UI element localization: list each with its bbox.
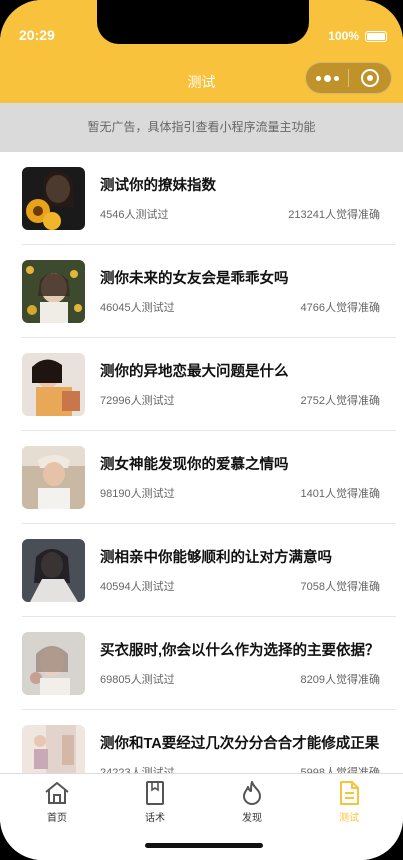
thumbnail-image <box>22 446 85 509</box>
tab-scripts[interactable]: 话术 <box>125 780 185 824</box>
tested-count: 72996人测试过 <box>100 395 175 407</box>
status-time: 20:29 <box>19 27 55 43</box>
thumbnail-image <box>22 539 85 602</box>
tested-count: 4546人测试过 <box>100 209 169 221</box>
test-list: 测试你的撩妹指数 4546人测试过 213241人觉得准确 测你未来的女友会是乖… <box>0 152 403 774</box>
list-item[interactable]: 测你未来的女友会是乖乖女吗 46045人测试过 4766人觉得准确 <box>22 245 396 338</box>
tested-count: 98190人测试过 <box>100 488 175 500</box>
thumbnail-image <box>22 632 85 695</box>
list-item[interactable]: 测你和TA要经过几次分分合合才能修成正果 24223人测试过 5998人觉得准确 <box>22 710 396 774</box>
list-item[interactable]: 测你的异地恋最大问题是什么 72996人测试过 2752人觉得准确 <box>22 338 396 431</box>
thumbnail-image <box>22 167 85 230</box>
item-title: 测你的异地恋最大问题是什么 <box>100 364 289 380</box>
tab-label: 发现 <box>242 813 262 824</box>
tested-count: 69805人测试过 <box>100 674 175 686</box>
item-title: 测相亲中你能够顺利的让对方满意吗 <box>100 550 332 566</box>
list-item[interactable]: 测试你的撩妹指数 4546人测试过 213241人觉得准确 <box>22 152 396 245</box>
device-notch <box>97 0 309 44</box>
document-icon <box>340 781 359 805</box>
list-item[interactable]: 测相亲中你能够顺利的让对方满意吗 40594人测试过 7058人觉得准确 <box>22 524 396 617</box>
tab-discover[interactable]: 发现 <box>222 780 282 824</box>
item-title: 测你未来的女友会是乖乖女吗 <box>100 271 289 287</box>
status-right: 100% <box>328 29 387 43</box>
ad-banner: 暂无广告，具体指引查看小程序流量主功能 <box>0 103 403 152</box>
item-title: 测试你的撩妹指数 <box>100 178 216 194</box>
list-item[interactable]: 测女神能发现你的爱慕之情吗 98190人测试过 1401人觉得准确 <box>22 431 396 524</box>
more-dots-icon[interactable] <box>306 74 348 82</box>
tested-count: 40594人测试过 <box>100 581 175 593</box>
accurate-count: 8209人觉得准确 <box>300 674 380 686</box>
home-icon <box>45 782 69 804</box>
battery-icon <box>365 30 387 42</box>
accurate-count: 1401人觉得准确 <box>300 488 380 500</box>
book-icon <box>146 781 164 805</box>
item-title: 买衣服时,你会以什么作为选择的主要依据？ <box>100 643 380 659</box>
top-navigation-bar: 20:29 100% 测试 <box>0 0 403 103</box>
tab-label: 首页 <box>47 813 67 824</box>
miniprogram-capsule <box>305 62 392 94</box>
tab-home[interactable]: 首页 <box>27 780 87 824</box>
accurate-count: 2752人觉得准确 <box>300 395 380 407</box>
tab-label: 测试 <box>339 813 359 824</box>
item-title: 测女神能发现你的爱慕之情吗 <box>100 457 289 473</box>
accurate-count: 213241人觉得准确 <box>288 209 380 221</box>
thumbnail-image <box>22 353 85 416</box>
tested-count: 46045人测试过 <box>100 302 175 314</box>
item-title: 测你和TA要经过几次分分合合才能修成正果 <box>100 736 380 752</box>
tab-test[interactable]: 测试 <box>319 780 379 824</box>
battery-percent: 100% <box>328 29 359 43</box>
target-close-icon[interactable] <box>349 69 391 87</box>
list-item[interactable]: 买衣服时,你会以什么作为选择的主要依据？ 69805人测试过 8209人觉得准确 <box>22 617 396 710</box>
thumbnail-image <box>22 725 85 774</box>
phone-screen: 20:29 100% 测试 暂无广告，具体指引查看小程序流量主功能 测试你的撩妹… <box>0 0 403 860</box>
home-indicator <box>145 843 263 848</box>
flame-icon <box>243 781 261 805</box>
tab-label: 话术 <box>145 813 165 824</box>
accurate-count: 4766人觉得准确 <box>300 302 380 314</box>
accurate-count: 7058人觉得准确 <box>300 581 380 593</box>
thumbnail-image <box>22 260 85 323</box>
